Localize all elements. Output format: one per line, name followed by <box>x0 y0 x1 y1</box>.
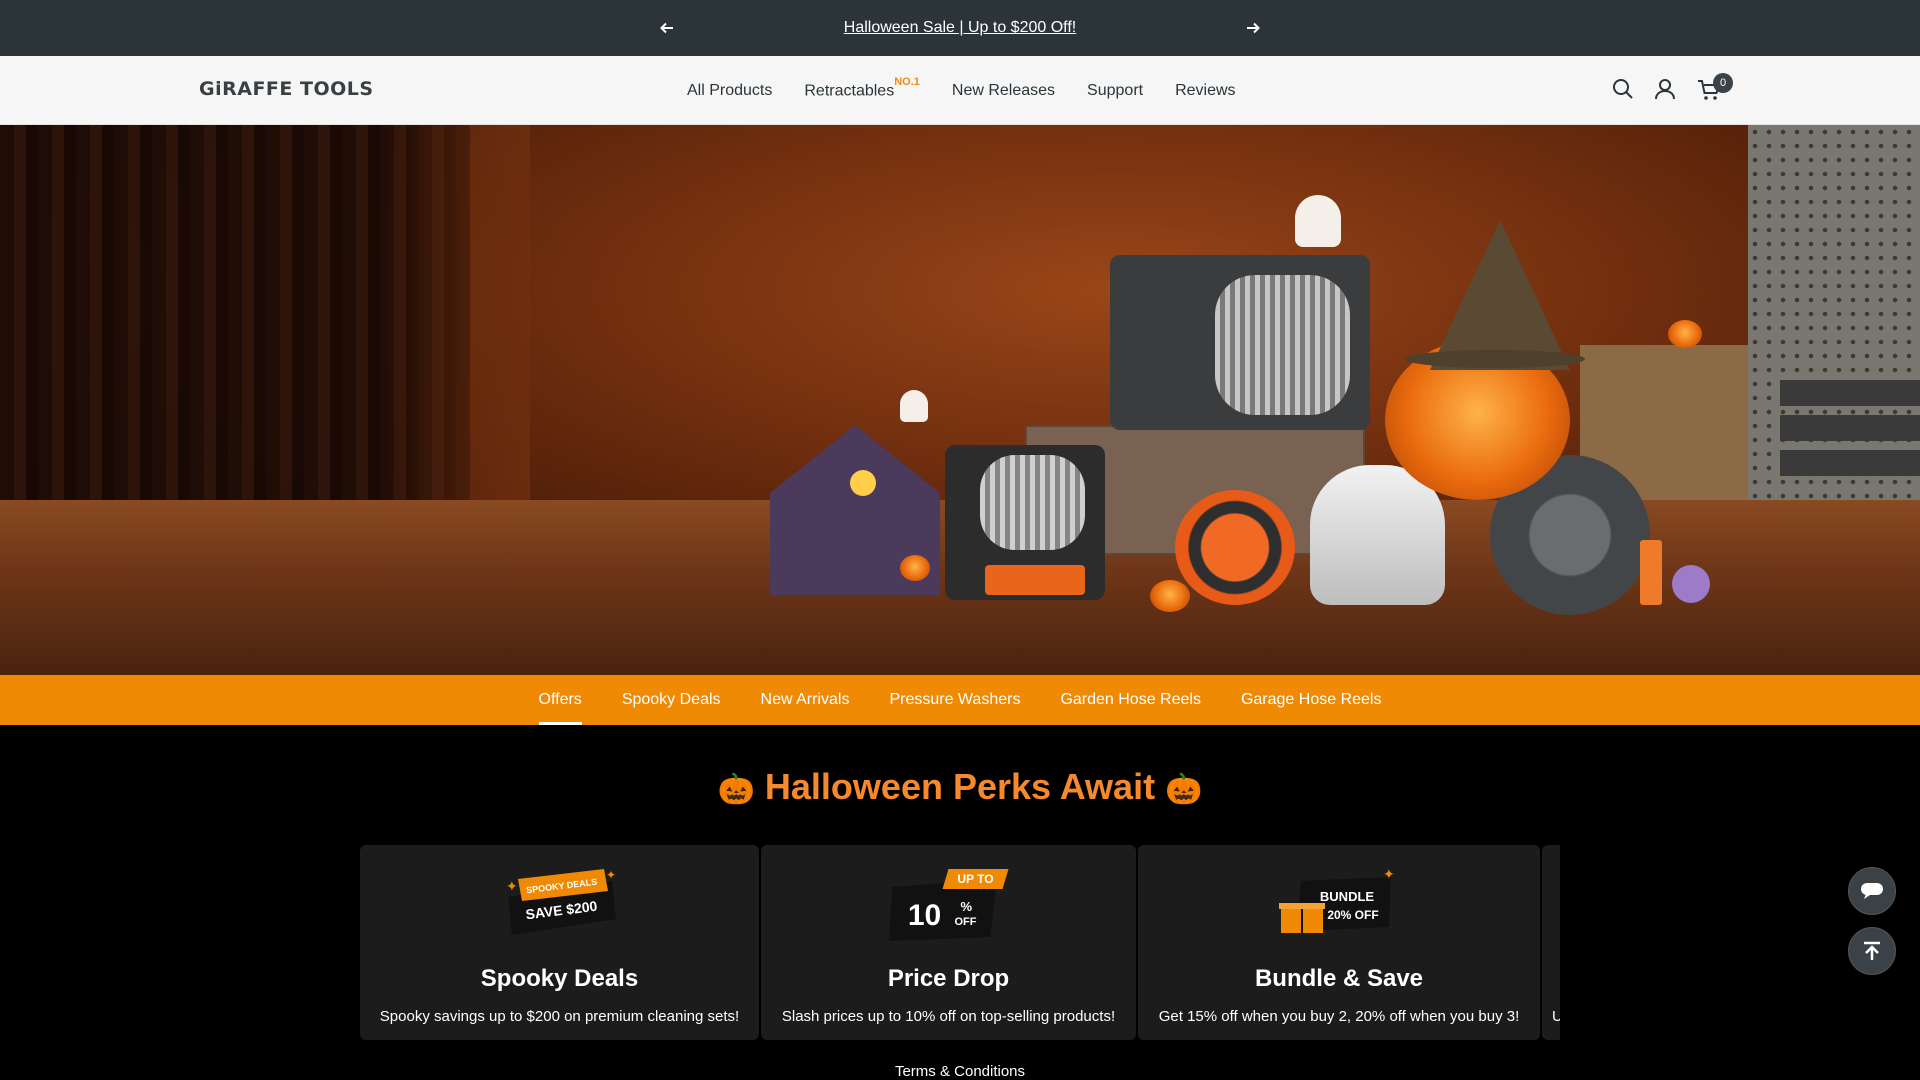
announcement-bar: Halloween Sale | Up to $200 Off! <box>0 0 1920 56</box>
hero-banner[interactable] <box>0 125 1920 675</box>
nav-support[interactable]: Support <box>1087 82 1143 100</box>
announcement-link[interactable]: Halloween Sale | Up to $200 Off! <box>844 19 1076 37</box>
tab-garden-hose-reels[interactable]: Garden Hose Reels <box>1060 675 1201 725</box>
ghost-figure <box>900 390 928 422</box>
perk-title: Bundle & Save <box>1254 965 1424 992</box>
perk-card-spooky-deals[interactable]: SPOOKY DEALS SAVE $200 ✦ ✦ Spooky Deals … <box>360 845 759 1040</box>
nav-label: All Products <box>687 81 773 99</box>
small-pumpkin <box>1150 580 1190 612</box>
hose-coil <box>1215 275 1350 415</box>
badge-pct-text: % <box>960 899 972 914</box>
perk-description: U <box>1552 1008 1560 1025</box>
witch-hat <box>1430 220 1570 370</box>
spooky-deals-badge: SPOOKY DEALS SAVE $200 ✦ ✦ <box>500 867 620 942</box>
pegboard <box>1748 125 1920 500</box>
perk-description: Slash prices up to 10% off on top-sellin… <box>781 1008 1116 1025</box>
nav-all-products[interactable]: All Products <box>687 82 772 100</box>
nav-new-releases[interactable]: New Releases <box>952 82 1055 100</box>
bundle-badge: BUNDLE 20% OFF ✦ <box>1279 866 1399 942</box>
cart-count-badge: 0 <box>1713 73 1733 93</box>
perks-title: Halloween Perks Await <box>764 766 1156 807</box>
nav-reviews[interactable]: Reviews <box>1175 82 1235 100</box>
ghost-figure <box>1295 195 1341 247</box>
curtain-fade <box>380 125 530 500</box>
logo[interactable]: GiRAFFE TOOLS <box>199 78 374 100</box>
small-pumpkin <box>1668 320 1702 348</box>
arrow-right-icon[interactable] <box>1242 17 1264 39</box>
price-drop-badge: UP TO 10 % OFF <box>886 867 1011 947</box>
perk-title: Price Drop <box>887 965 1010 992</box>
perks-heading: 🎃 Halloween Perks Await 🎃 <box>0 766 1920 808</box>
badge-top-text: BUNDLE <box>1320 889 1374 904</box>
drawer <box>1780 380 1920 406</box>
reel-orange-base <box>985 565 1085 595</box>
nav-label: Reviews <box>1175 81 1236 99</box>
tab-pressure-washers[interactable]: Pressure Washers <box>889 675 1020 725</box>
candle <box>1640 540 1662 605</box>
terms-link[interactable]: Terms & Conditions <box>0 1063 1920 1080</box>
tab-offers[interactable]: Offers <box>538 675 583 725</box>
search-icon[interactable] <box>1612 78 1636 102</box>
account-icon[interactable] <box>1654 78 1678 102</box>
badge-top-text: UP TO <box>957 872 993 886</box>
purple-skull <box>1672 565 1710 603</box>
arrow-left-icon[interactable] <box>656 17 678 39</box>
hat-brim <box>1405 350 1585 368</box>
perk-description: Spooky savings up to $200 on premium cle… <box>379 1008 740 1025</box>
nav-retractables[interactable]: RetractablesNO.1 <box>804 76 920 100</box>
tab-spooky-deals[interactable]: Spooky Deals <box>622 675 721 725</box>
perk-card-price-drop[interactable]: UP TO 10 % OFF Price Drop Slash prices u… <box>761 845 1136 1040</box>
badge-main-text: 10 <box>907 899 940 932</box>
perk-card-bundle-save[interactable]: BUNDLE 20% OFF ✦ Bundle & Save Get 15% o… <box>1138 845 1540 1040</box>
svg-text:✦: ✦ <box>1383 867 1395 882</box>
nav-badge: NO.1 <box>894 76 920 89</box>
perk-card-partial[interactable]: U <box>1542 845 1560 1040</box>
badge-off-text: OFF <box>954 916 976 928</box>
hose-coil <box>980 455 1085 550</box>
drawer <box>1780 415 1920 441</box>
svg-text:✦: ✦ <box>506 878 518 894</box>
main-nav: All Products RetractablesNO.1 New Releas… <box>687 56 1268 125</box>
tab-new-arrivals[interactable]: New Arrivals <box>761 675 850 725</box>
badge-main-text: 20% OFF <box>1327 908 1378 922</box>
house-window <box>850 470 876 496</box>
tab-garage-hose-reels[interactable]: Garage Hose Reels <box>1241 675 1382 725</box>
pumpkin-icon: 🎃 <box>1165 773 1203 806</box>
nav-label: New Releases <box>951 81 1056 99</box>
perk-description: Get 15% off when you buy 2, 20% off when… <box>1158 1008 1520 1025</box>
site-header: GiRAFFE TOOLS All Products RetractablesN… <box>0 56 1920 125</box>
chat-icon[interactable] <box>1848 867 1896 915</box>
back-to-top-icon[interactable] <box>1848 927 1896 975</box>
hose-reel-orange <box>1175 490 1295 605</box>
drawer <box>1780 450 1920 476</box>
small-pumpkin <box>900 555 930 581</box>
nav-label: Support <box>1087 81 1144 99</box>
perk-title: Spooky Deals <box>480 965 639 992</box>
perk-cards-carousel: SPOOKY DEALS SAVE $200 ✦ ✦ Spooky Deals … <box>360 845 1560 1040</box>
nav-label: Retractables <box>804 82 895 100</box>
svg-text:✦: ✦ <box>606 868 616 882</box>
pumpkin-icon: 🎃 <box>717 773 755 806</box>
category-tabs: Offers Spooky Deals New Arrivals Pressur… <box>0 675 1920 725</box>
